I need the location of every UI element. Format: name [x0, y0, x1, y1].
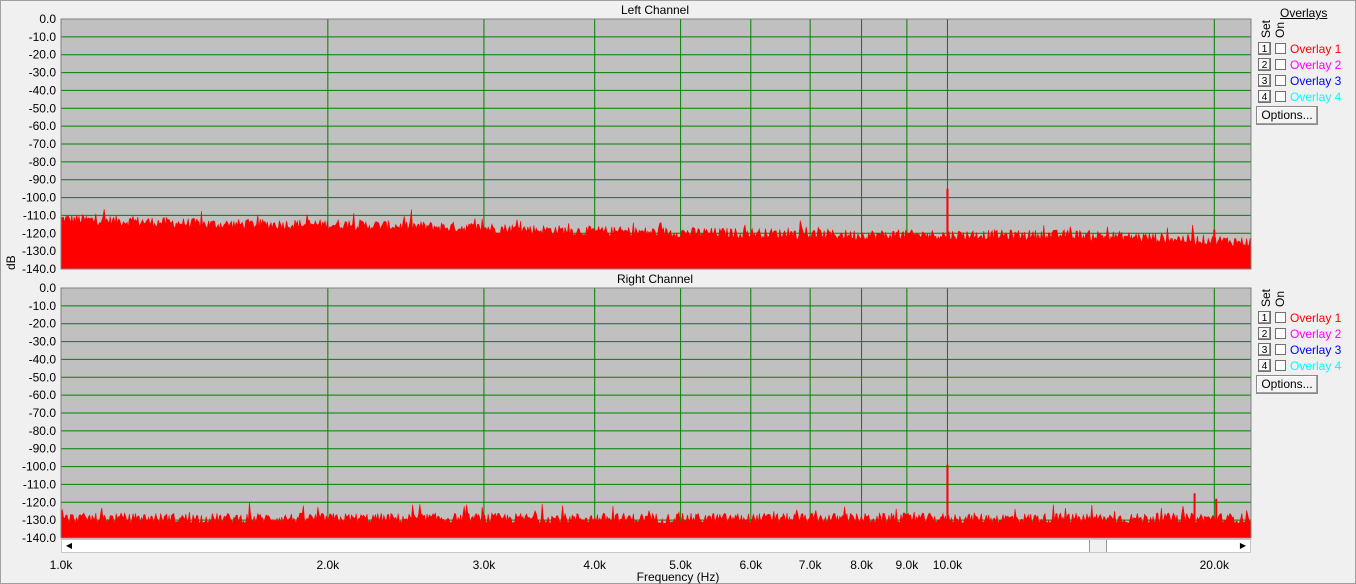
overlay-on-checkbox[interactable]	[1275, 328, 1286, 339]
overlay-set-button[interactable]: 1	[1258, 42, 1271, 55]
y-tick-label: -20.0	[29, 48, 57, 62]
overlay-row: 2 Overlay 2	[1256, 326, 1341, 341]
y-tick-label: -90.0	[29, 173, 57, 187]
overlay-on-checkbox[interactable]	[1275, 91, 1286, 102]
overlay-set-button[interactable]: 2	[1258, 327, 1271, 340]
options-button[interactable]: Options...	[1256, 375, 1318, 394]
overlay-on-checkbox[interactable]	[1275, 312, 1286, 323]
overlay-set-button[interactable]: 3	[1258, 74, 1271, 87]
overlay-set-button[interactable]: 2	[1258, 58, 1271, 71]
y-tick-label: -90.0	[29, 442, 57, 456]
y-tick-label: -30.0	[29, 66, 57, 80]
overlay-label: Overlay 3	[1290, 73, 1342, 88]
overlay-on-checkbox[interactable]	[1275, 43, 1286, 54]
scroll-right-arrow-icon[interactable]: ▶	[1236, 540, 1250, 552]
y-tick-label: -140.0	[22, 262, 56, 276]
y-tick-label: 0.0	[39, 12, 56, 26]
y-tick-label: -120.0	[22, 495, 56, 509]
y-tick-label: -120.0	[22, 226, 56, 240]
y-tick-label: -50.0	[29, 370, 57, 384]
overlay-label: Overlay 1	[1290, 41, 1342, 56]
overlay-row: 2 Overlay 2	[1256, 57, 1341, 72]
y-tick-label: -110.0	[23, 477, 56, 491]
overlay-row: 1 Overlay 1	[1256, 41, 1341, 56]
overlay-on-checkbox[interactable]	[1275, 75, 1286, 86]
y-tick-label: -20.0	[29, 317, 57, 331]
y-tick-label: -30.0	[29, 335, 57, 349]
y-tick-label: -70.0	[29, 137, 57, 151]
overlay-label: Overlay 2	[1290, 57, 1342, 72]
y-tick-label: -100.0	[22, 191, 56, 205]
set-column-header: Set	[1259, 288, 1273, 307]
y-tick-label: -130.0	[22, 513, 56, 527]
overlay-label: Overlay 3	[1290, 342, 1342, 357]
options-button[interactable]: Options...	[1256, 106, 1318, 125]
y-tick-label: -60.0	[29, 388, 57, 402]
on-column-header: On	[1273, 290, 1287, 307]
y-tick-label: -40.0	[29, 352, 57, 366]
y-tick-label: -140.0	[22, 531, 56, 545]
overlay-label: Overlay 1	[1290, 310, 1342, 325]
x-axis-title: Frequency (Hz)	[636, 570, 720, 584]
y-tick-label: -110.0	[23, 208, 56, 222]
y-tick-label: -100.0	[22, 460, 56, 474]
frequency-scrollbar[interactable]: ◀ ▶	[61, 539, 1251, 553]
overlay-row: 4 Overlay 4	[1256, 358, 1341, 373]
overlay-on-checkbox[interactable]	[1275, 59, 1286, 70]
y-tick-label: -60.0	[29, 119, 57, 133]
y-tick-label: -50.0	[29, 101, 57, 115]
overlay-label: Overlay 4	[1290, 89, 1342, 104]
overlay-row: 3 Overlay 3	[1256, 73, 1341, 88]
overlay-set-button[interactable]: 1	[1258, 311, 1271, 324]
y-tick-label: -80.0	[29, 424, 57, 438]
overlay-set-button[interactable]: 4	[1258, 90, 1271, 103]
overlay-label: Overlay 2	[1290, 326, 1342, 341]
overlay-row: 4 Overlay 4	[1256, 89, 1341, 104]
overlay-set-button[interactable]: 3	[1258, 343, 1271, 356]
on-column-header: On	[1273, 21, 1287, 38]
overlay-on-checkbox[interactable]	[1275, 360, 1286, 371]
set-column-header: Set	[1259, 19, 1273, 38]
overlay-label: Overlay 4	[1290, 358, 1342, 373]
y-tick-label: 0.0	[39, 281, 56, 295]
overlay-row: 3 Overlay 3	[1256, 342, 1341, 357]
overlay-row: 1 Overlay 1	[1256, 310, 1341, 325]
scroll-left-arrow-icon[interactable]: ◀	[62, 540, 76, 552]
y-tick-label: -130.0	[22, 244, 56, 258]
overlay-set-button[interactable]: 4	[1258, 359, 1271, 372]
spectrum-plots: 0.0 -10.0 -20.0 -30.0 -40.0 -50.0 -60.0 -70.0 -8…	[22, 12, 1252, 545]
overlay-on-checkbox[interactable]	[1275, 344, 1286, 355]
y-tick-label: -10.0	[29, 299, 57, 313]
y-tick-label: -40.0	[29, 83, 57, 97]
y-tick-label: -10.0	[29, 30, 57, 44]
y-tick-label: -80.0	[29, 155, 57, 169]
y-tick-label: -70.0	[29, 406, 57, 420]
overlays-title: Overlays	[1280, 6, 1328, 20]
scroll-thumb[interactable]	[1089, 540, 1107, 552]
